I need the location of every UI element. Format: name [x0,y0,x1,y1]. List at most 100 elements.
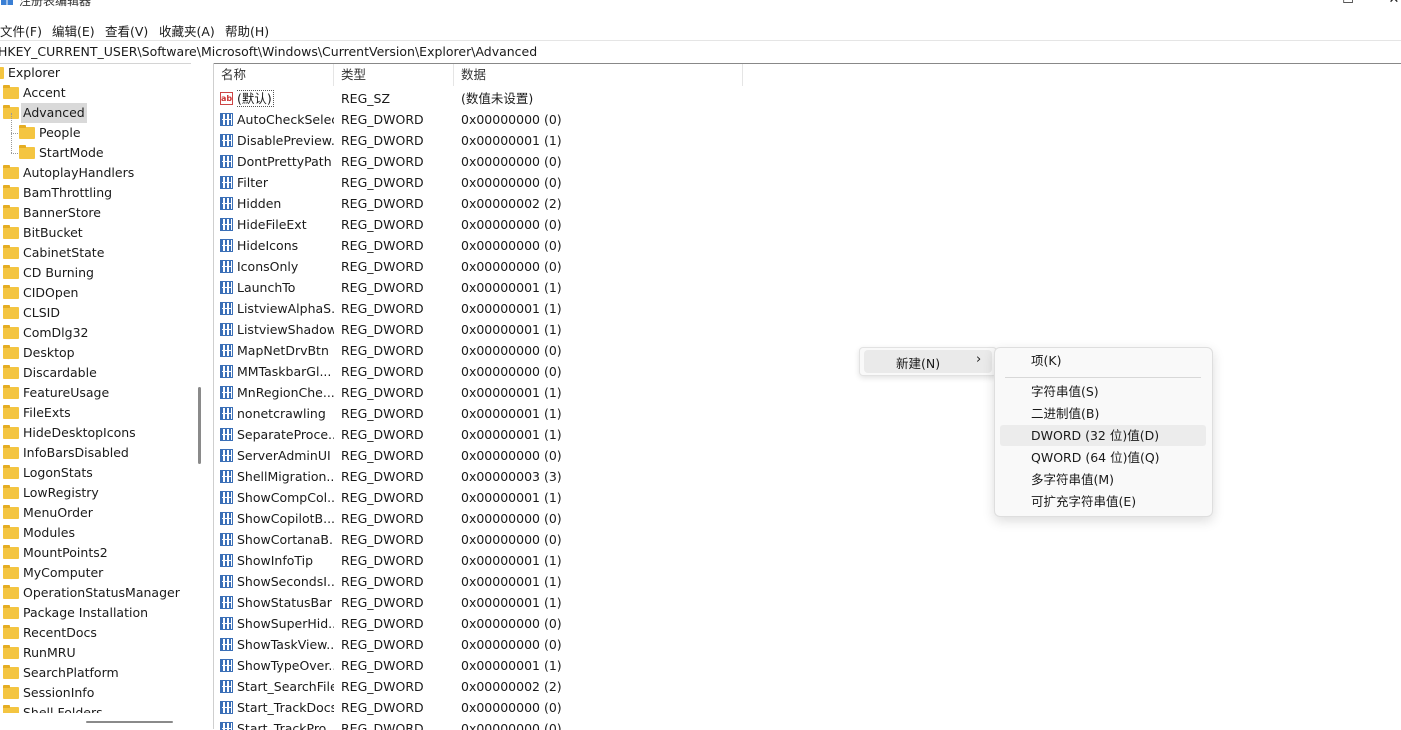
tree-item[interactable]: SearchPlatform [0,663,191,683]
value-row[interactable]: Filter REG_DWORD 0x00000000 (0) [214,172,1014,193]
value-row[interactable]: IconsOnly REG_DWORD 0x00000000 (0) [214,256,1014,277]
binary-value-icon [220,323,233,336]
address-path[interactable]: HKEY_CURRENT_USER\Software\Microsoft\Win… [0,44,537,59]
value-type: REG_DWORD [341,385,424,400]
value-name: ShowInfoTip [237,553,314,568]
tree-item[interactable]: BamThrottling [0,183,191,203]
folder-icon [3,505,19,519]
value-row[interactable]: DontPrettyPath REG_DWORD 0x00000000 (0) [214,151,1014,172]
value-data: 0x00000001 (1) [461,427,562,442]
column-header-type[interactable]: 类型 [334,64,454,86]
value-row[interactable]: MnRegionChe... REG_DWORD 0x00000001 (1) [214,382,1014,403]
tree-item[interactable]: BitBucket [0,223,191,243]
tree-item[interactable]: MountPoints2 [0,543,191,563]
value-row[interactable]: ShowCompCol... REG_DWORD 0x00000001 (1) [214,487,1014,508]
value-row[interactable]: ListviewShadow REG_DWORD 0x00000001 (1) [214,319,1014,340]
tree-item[interactable]: Accent [0,83,191,103]
menu-favorites[interactable]: 收藏夹(A) [159,21,215,40]
tree-item-label: InfoBarsDisabled [23,445,129,460]
tree-item[interactable]: LogonStats [0,463,191,483]
binary-value-icon [220,554,233,567]
menu-help[interactable]: 帮助(H) [225,21,269,40]
tree-item[interactable]: AutoplayHandlers [0,163,191,183]
value-row[interactable]: AutoCheckSelect REG_DWORD 0x00000000 (0) [214,109,1014,130]
submenu-item[interactable]: 字符串值(S) [1000,381,1206,402]
value-row[interactable]: HideIcons REG_DWORD 0x00000000 (0) [214,235,1014,256]
key-tree[interactable]: Explorer Accent Advanced People StartMode Aut… [0,63,191,729]
menu-view[interactable]: 查看(V) [105,21,148,40]
value-data: 0x00000001 (1) [461,658,562,673]
menu-file[interactable]: 文件(F) [0,21,42,40]
value-row[interactable]: ShowSuperHid... REG_DWORD 0x00000000 (0) [214,613,1014,634]
tree-item[interactable]: BannerStore [0,203,191,223]
tree-item[interactable]: Package Installation [0,603,191,623]
value-row[interactable]: ShowSecondsI... REG_DWORD 0x00000001 (1) [214,571,1014,592]
value-row[interactable]: ShowCortanaB... REG_DWORD 0x00000000 (0) [214,529,1014,550]
value-type: REG_DWORD [341,679,424,694]
submenu-item[interactable]: 多字符串值(M) [1000,469,1206,490]
column-header-data[interactable]: 数据 [454,64,743,86]
value-row[interactable]: ShowCopilotB... REG_DWORD 0x00000000 (0) [214,508,1014,529]
tree-item[interactable]: People [0,123,191,143]
binary-value-icon [220,239,233,252]
tree-item[interactable]: CabinetState [0,243,191,263]
tree-item[interactable]: MyComputer [0,563,191,583]
tree-item[interactable]: CIDOpen [0,283,191,303]
tree-item[interactable]: Advanced [0,103,191,123]
tree-item[interactable]: HideDesktopIcons [0,423,191,443]
submenu-item-key[interactable]: 项(K) [1000,350,1206,371]
tree-horizontal-scroll-thumb[interactable] [86,721,173,723]
value-row[interactable]: Start_TrackPro... REG_DWORD 0x00000000 (0) [214,718,1014,730]
tree-item[interactable]: MenuOrder [0,503,191,523]
value-row[interactable]: ShowTypeOver... REG_DWORD 0x00000001 (1) [214,655,1014,676]
tree-item[interactable]: RecentDocs [0,623,191,643]
value-row[interactable]: ListviewAlphaS... REG_DWORD 0x00000001 (1) [214,298,1014,319]
value-row[interactable]: ab (默认) REG_SZ (数值未设置) [214,88,1014,109]
value-row[interactable]: SeparateProce... REG_DWORD 0x00000001 (1) [214,424,1014,445]
address-bar[interactable]: HKEY_CURRENT_USER\Software\Microsoft\Win… [0,40,1401,64]
value-row[interactable]: nonetcrawling REG_DWORD 0x00000001 (1) [214,403,1014,424]
value-row[interactable]: ServerAdminUI REG_DWORD 0x00000000 (0) [214,445,1014,466]
value-row[interactable]: Start_TrackDocs REG_DWORD 0x00000000 (0) [214,697,1014,718]
value-data: 0x00000000 (0) [461,238,562,253]
tree-item[interactable]: ComDlg32 [0,323,191,343]
menu-item-new[interactable]: 新建(N) › [864,350,992,373]
close-button[interactable]: ✕ [1382,0,1401,12]
tree-item[interactable]: CLSID [0,303,191,323]
tree-item-label: LogonStats [23,465,93,480]
submenu-item[interactable]: 二进制值(B) [1000,403,1206,424]
tree-item[interactable]: FileExts [0,403,191,423]
tree-item[interactable]: OperationStatusManager [0,583,191,603]
submenu-item[interactable]: DWORD (32 位)值(D) [1000,425,1206,446]
value-type: REG_DWORD [341,721,424,730]
tree-item[interactable]: RunMRU [0,643,191,663]
submenu-item[interactable]: QWORD (64 位)值(Q) [1000,447,1206,468]
tree-item[interactable]: Modules [0,523,191,543]
context-menu: 新建(N) › [859,347,997,376]
value-name: ShellMigration... [237,469,334,484]
tree-item[interactable]: Explorer [0,63,191,83]
value-row[interactable]: Start_SearchFiles REG_DWORD 0x00000002 (2) [214,676,1014,697]
tree-vertical-scroll-thumb[interactable] [198,387,201,464]
maximize-button[interactable]: ☐ [1336,0,1360,12]
tree-item[interactable]: StartMode [0,143,191,163]
value-row[interactable]: LaunchTo REG_DWORD 0x00000001 (1) [214,277,1014,298]
value-row[interactable]: DisablePreview... REG_DWORD 0x00000001 (1) [214,130,1014,151]
value-row[interactable]: ShowTaskView... REG_DWORD 0x00000000 (0) [214,634,1014,655]
tree-item[interactable]: InfoBarsDisabled [0,443,191,463]
tree-item[interactable]: FeatureUsage [0,383,191,403]
value-row[interactable]: HideFileExt REG_DWORD 0x00000000 (0) [214,214,1014,235]
menu-edit[interactable]: 编辑(E) [52,21,95,40]
value-row[interactable]: ShowInfoTip REG_DWORD 0x00000001 (1) [214,550,1014,571]
value-row[interactable]: Hidden REG_DWORD 0x00000002 (2) [214,193,1014,214]
value-row[interactable]: ShowStatusBar REG_DWORD 0x00000001 (1) [214,592,1014,613]
minimize-button[interactable]: — [1292,0,1316,12]
submenu-item[interactable]: 可扩充字符串值(E) [1000,491,1206,512]
tree-item[interactable]: Discardable [0,363,191,383]
tree-item[interactable]: Desktop [0,343,191,363]
value-row[interactable]: ShellMigration... REG_DWORD 0x00000003 (3) [214,466,1014,487]
column-header-name[interactable]: 名称 [214,64,334,86]
tree-item[interactable]: SessionInfo [0,683,191,703]
tree-item[interactable]: LowRegistry [0,483,191,503]
tree-item[interactable]: CD Burning [0,263,191,283]
